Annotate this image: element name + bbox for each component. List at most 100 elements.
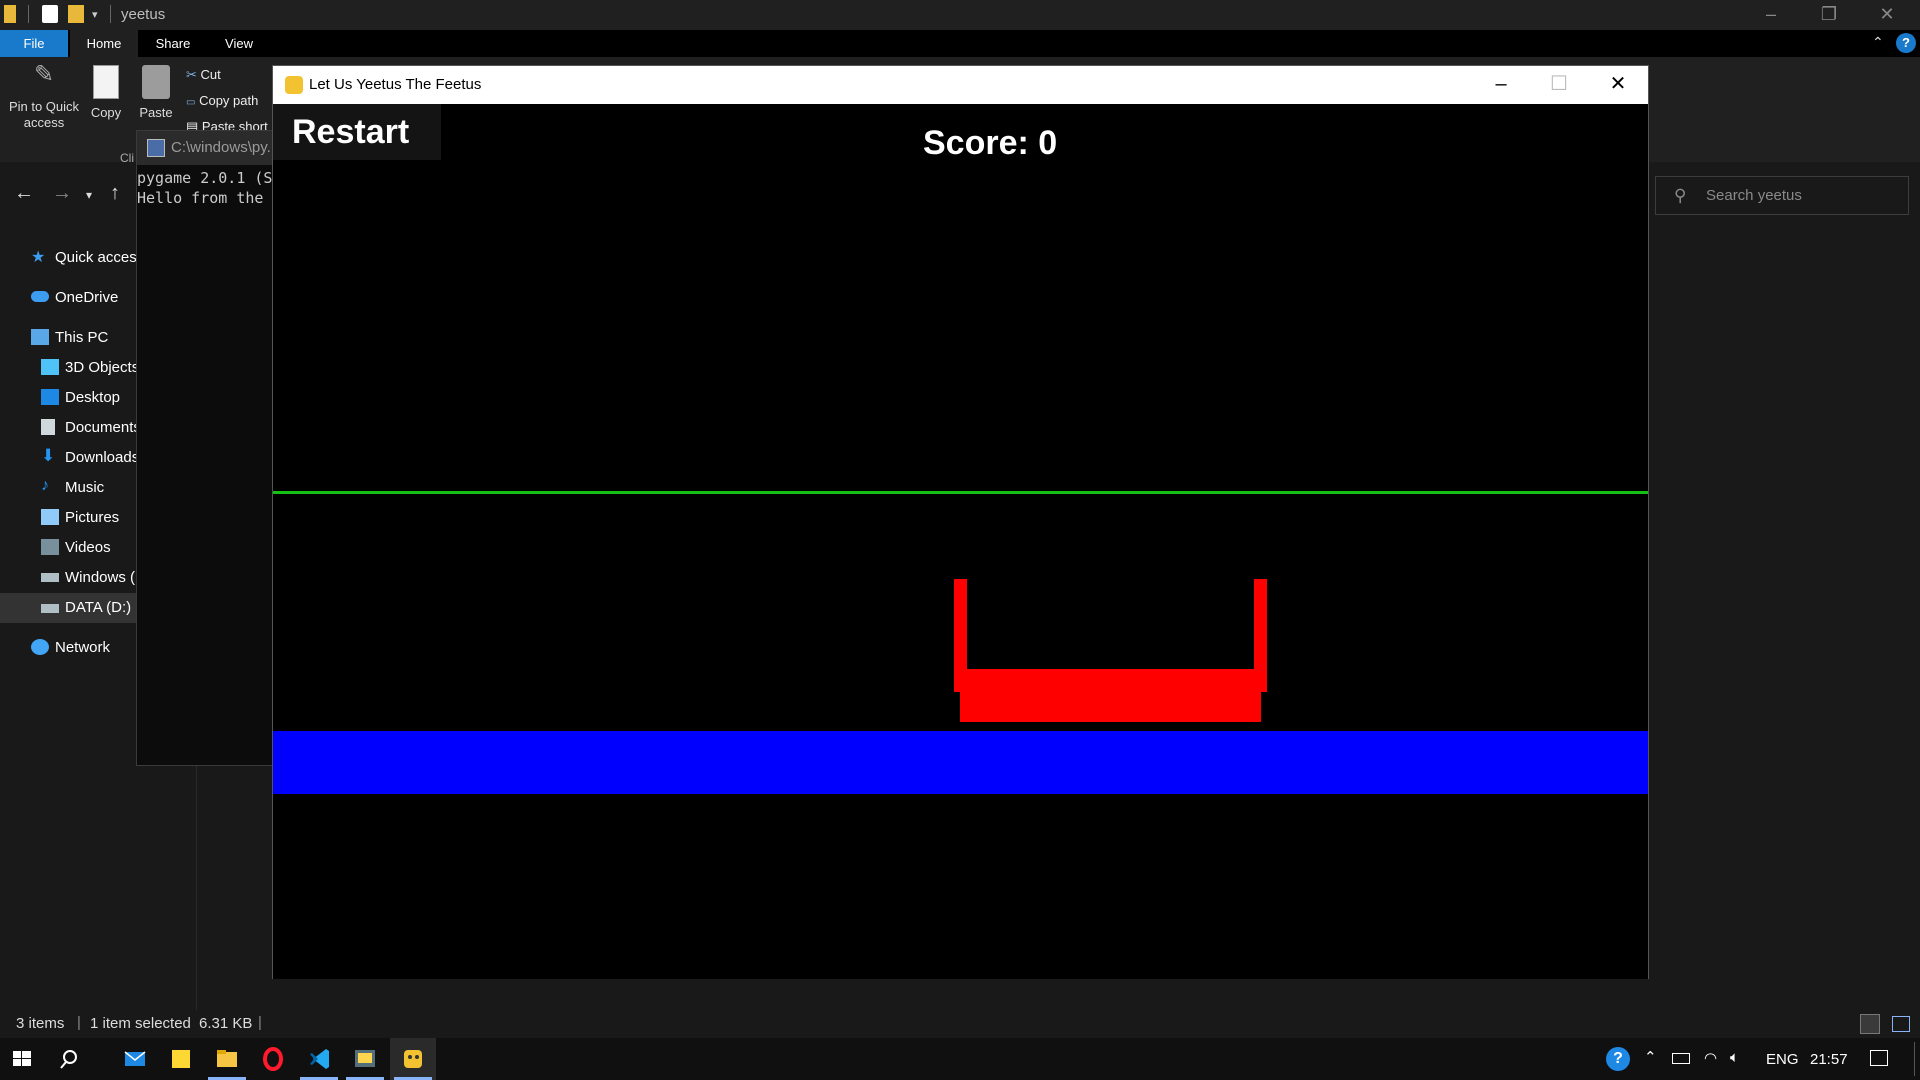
explorer-titlebar: ▾ yeetus – ❐ ✕ xyxy=(0,0,1920,30)
search-icon xyxy=(60,1050,77,1069)
collapse-ribbon-icon[interactable]: ⌃ xyxy=(1872,34,1884,51)
nav-label: Downloads xyxy=(65,449,140,466)
file-explorer-app[interactable] xyxy=(204,1038,250,1080)
game-canvas[interactable]: Restart Score: 0 xyxy=(273,104,1648,979)
battery-icon[interactable] xyxy=(1672,1053,1690,1064)
computer-icon xyxy=(31,329,49,345)
python-icon xyxy=(147,139,165,157)
nav-label: Videos xyxy=(65,539,111,556)
ribbon-tabs: File Home Share View ⌃ ? xyxy=(0,30,1920,57)
network-icon xyxy=(31,639,49,655)
desktop: ▾ yeetus – ❐ ✕ File Home Share View ⌃ ? … xyxy=(0,0,1920,1080)
bucket-bottom xyxy=(960,689,1261,722)
tab-share[interactable]: Share xyxy=(140,30,206,57)
show-desktop-button[interactable] xyxy=(1914,1042,1915,1076)
cut-button[interactable]: ✂ Cut xyxy=(186,67,221,83)
cloud-icon xyxy=(31,291,49,302)
console-window: C:\windows\py. pygame 2.0.1 (S Hello fro… xyxy=(136,130,282,766)
tab-home[interactable]: Home xyxy=(70,30,138,57)
nav-label: DATA (D:) xyxy=(65,599,132,616)
mail-icon xyxy=(124,1051,146,1066)
vscode-icon xyxy=(310,1049,329,1069)
pictures-icon xyxy=(41,509,59,525)
volume-icon[interactable]: 🔈︎ xyxy=(1730,1049,1739,1066)
separator: | xyxy=(258,1014,262,1031)
search-button[interactable] xyxy=(46,1038,92,1080)
customize-toolbar-icon[interactable]: ▾ xyxy=(92,8,108,26)
taskbar: ? ⌃ ◠ 🔈︎ ENG 21:57 xyxy=(0,1038,1920,1080)
wifi-icon[interactable]: ◠ xyxy=(1704,1049,1717,1067)
music-note-icon: ♪ xyxy=(41,477,49,494)
restore-button[interactable]: ❐ xyxy=(1800,0,1858,30)
pin-to-quick-access-button[interactable]: ✎ Pin to Quick access xyxy=(4,63,84,131)
action-center-icon[interactable] xyxy=(1870,1050,1888,1066)
back-arrow-icon[interactable]: ← xyxy=(14,182,34,205)
game-window: Let Us Yeetus The Feetus – ☐ ✕ Restart S… xyxy=(272,65,1649,979)
floor-platform xyxy=(273,731,1648,794)
game-window-title: Let Us Yeetus The Feetus xyxy=(309,76,482,93)
recent-locations-icon[interactable]: ▾ xyxy=(86,188,92,202)
help-icon[interactable]: ? xyxy=(1896,33,1916,53)
copy-button[interactable]: Copy xyxy=(86,65,126,121)
separator: | xyxy=(77,1014,81,1031)
pygame-icon xyxy=(285,76,303,94)
show-hidden-icons-icon[interactable]: ⌃ xyxy=(1644,1048,1657,1066)
scissors-icon: ✂ xyxy=(186,67,197,82)
console-line: Hello from the xyxy=(137,189,264,207)
help-tray-icon[interactable]: ? xyxy=(1606,1047,1630,1071)
paste-button[interactable]: Paste xyxy=(136,65,176,121)
tab-view[interactable]: View xyxy=(206,30,272,57)
copy-path-label: Copy path xyxy=(199,93,259,108)
python-console-app[interactable] xyxy=(342,1038,388,1080)
star-icon: ★ xyxy=(31,249,46,266)
close-button[interactable]: ✕ xyxy=(1589,66,1647,104)
nav-label: Pictures xyxy=(65,509,120,526)
selection-count: 1 item selected xyxy=(90,1015,191,1032)
copy-path-icon: ▭ xyxy=(186,97,196,108)
drive-icon xyxy=(41,604,59,613)
search-icon: ⚲ xyxy=(1674,186,1687,205)
tab-file[interactable]: File xyxy=(0,30,68,57)
maximize-button: ☐ xyxy=(1550,73,1568,95)
up-arrow-icon[interactable]: ↑ xyxy=(110,182,120,205)
start-button[interactable] xyxy=(0,1038,46,1080)
opera-app[interactable] xyxy=(250,1038,296,1080)
minimize-button[interactable]: – xyxy=(1472,66,1530,104)
close-button[interactable]: ✕ xyxy=(1858,0,1916,30)
properties-icon[interactable] xyxy=(42,5,58,23)
nav-label: Music xyxy=(65,479,105,496)
desktop-icon xyxy=(41,389,59,405)
cube-icon xyxy=(41,359,59,375)
drive-icon xyxy=(41,573,59,582)
download-arrow-icon: ⬇ xyxy=(41,446,56,465)
window-title: yeetus xyxy=(121,6,166,23)
large-icons-view-icon[interactable] xyxy=(1892,1016,1910,1032)
sticky-notes-icon xyxy=(172,1050,190,1068)
pygame-app[interactable] xyxy=(390,1038,436,1080)
minimize-button[interactable]: – xyxy=(1742,0,1800,30)
nav-label: Windows ( xyxy=(65,569,136,586)
item-count: 3 items xyxy=(16,1015,65,1032)
input-language[interactable]: ENG xyxy=(1766,1051,1799,1068)
forward-arrow-icon[interactable]: → xyxy=(52,182,72,205)
document-icon xyxy=(41,419,55,435)
clock[interactable]: 21:57 xyxy=(1810,1051,1848,1068)
nav-label: Documents xyxy=(65,419,141,436)
mail-app[interactable] xyxy=(112,1038,158,1080)
search-box[interactable]: ⚲ Search yeetus xyxy=(1655,176,1909,215)
file-explorer-icon xyxy=(217,1050,237,1067)
vscode-app[interactable] xyxy=(296,1038,342,1080)
pin-label-2: access xyxy=(23,115,65,130)
restart-button[interactable]: Restart xyxy=(273,104,441,160)
copy-icon xyxy=(93,65,119,99)
sticky-notes-app[interactable] xyxy=(158,1038,204,1080)
details-view-icon[interactable] xyxy=(1860,1014,1880,1034)
copy-path-button[interactable]: ▭ Copy path xyxy=(186,93,258,108)
console-title: C:\windows\py. xyxy=(171,139,271,156)
pygame-icon xyxy=(404,1050,422,1068)
cut-label: Cut xyxy=(200,67,221,82)
copy-label: Copy xyxy=(90,105,122,120)
new-folder-icon[interactable] xyxy=(68,5,84,23)
console-titlebar: C:\windows\py. xyxy=(137,131,281,165)
paste-icon xyxy=(142,65,170,99)
